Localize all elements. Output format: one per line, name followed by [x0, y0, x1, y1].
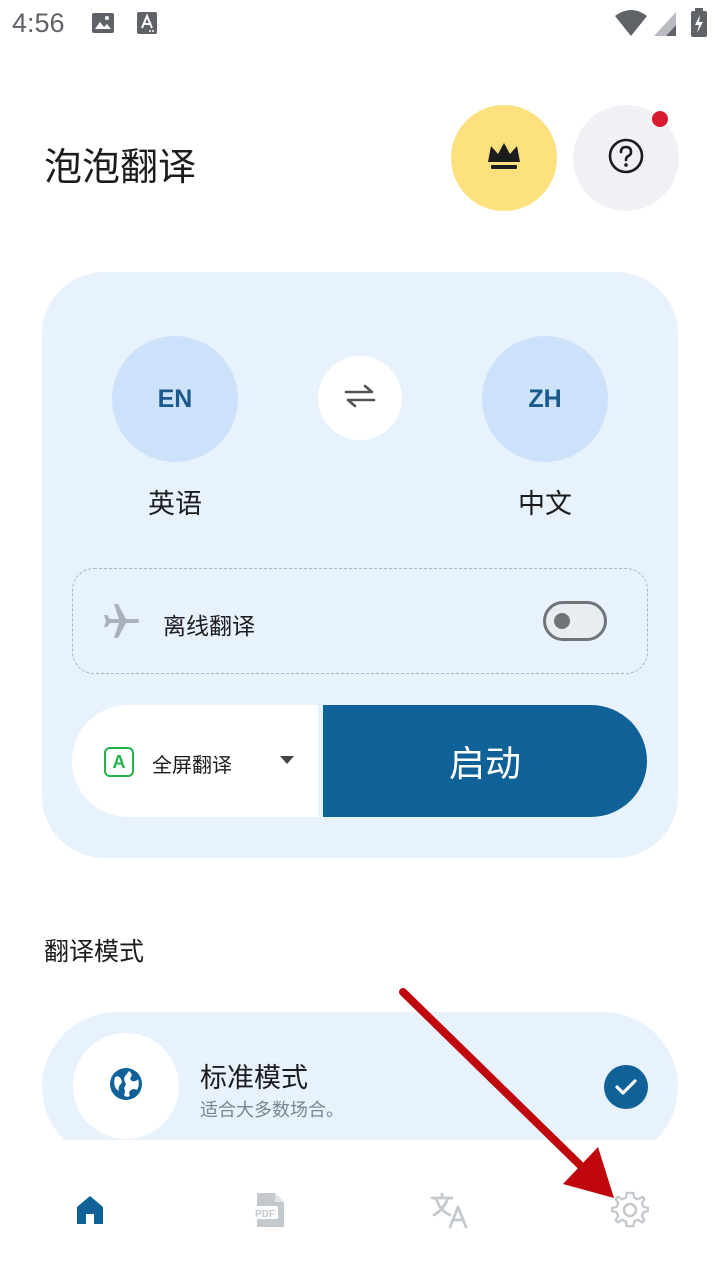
bottom-navigation: PDF — [0, 1140, 720, 1280]
pdf-icon-text: PDF — [255, 1209, 275, 1220]
target-language-button[interactable]: ZH — [482, 336, 608, 462]
language-card: EN 英语 ZH 中文 离线翻译 A 全屏翻译 启动 — [42, 272, 678, 858]
target-language-name: 中文 — [518, 489, 572, 520]
home-icon — [73, 1193, 107, 1231]
source-language-name: 英语 — [148, 489, 202, 520]
swap-languages-button[interactable] — [318, 356, 402, 440]
app-title: 泡泡翻译 — [44, 145, 197, 189]
nav-translate[interactable] — [420, 1190, 480, 1234]
crown-icon — [485, 140, 523, 176]
source-language-button[interactable]: EN — [112, 336, 238, 462]
translate-mode-dropdown[interactable]: A 全屏翻译 — [72, 705, 318, 817]
nav-settings[interactable] — [600, 1190, 660, 1234]
help-icon — [607, 137, 645, 179]
nav-home[interactable] — [60, 1190, 120, 1234]
status-bar: 4:56 — [0, 0, 720, 50]
section-title: 翻译模式 — [44, 937, 145, 966]
notification-dot — [652, 111, 668, 127]
image-notification-icon — [90, 10, 116, 40]
mode-description: 适合大多数场合。 — [200, 1100, 344, 1121]
fullscreen-mode-icon: A — [104, 747, 134, 777]
offline-translation-label: 离线翻译 — [163, 614, 255, 640]
toggle-knob — [554, 613, 570, 629]
pdf-icon: PDF — [251, 1191, 287, 1233]
wifi-icon — [614, 8, 648, 42]
translate-mode-label: 全屏翻译 — [152, 753, 232, 777]
caret-down-icon — [280, 756, 294, 764]
airplane-icon — [101, 601, 141, 645]
battery-charging-icon — [690, 8, 708, 42]
mode-icon-container — [73, 1033, 179, 1139]
globe-icon — [107, 1065, 145, 1107]
selected-check-icon — [604, 1065, 648, 1109]
signal-icon — [652, 8, 678, 42]
offline-toggle[interactable] — [543, 601, 607, 641]
font-notification-icon — [134, 10, 160, 40]
translate-icon — [430, 1191, 470, 1233]
offline-translation-row: 离线翻译 — [72, 568, 648, 674]
nav-pdf[interactable]: PDF — [239, 1190, 299, 1234]
swap-icon — [343, 382, 377, 414]
start-button[interactable]: 启动 — [323, 705, 647, 817]
vip-button[interactable] — [451, 105, 557, 211]
status-time: 4:56 — [12, 8, 65, 38]
settings-icon — [610, 1191, 650, 1233]
mode-title: 标准模式 — [200, 1063, 308, 1094]
